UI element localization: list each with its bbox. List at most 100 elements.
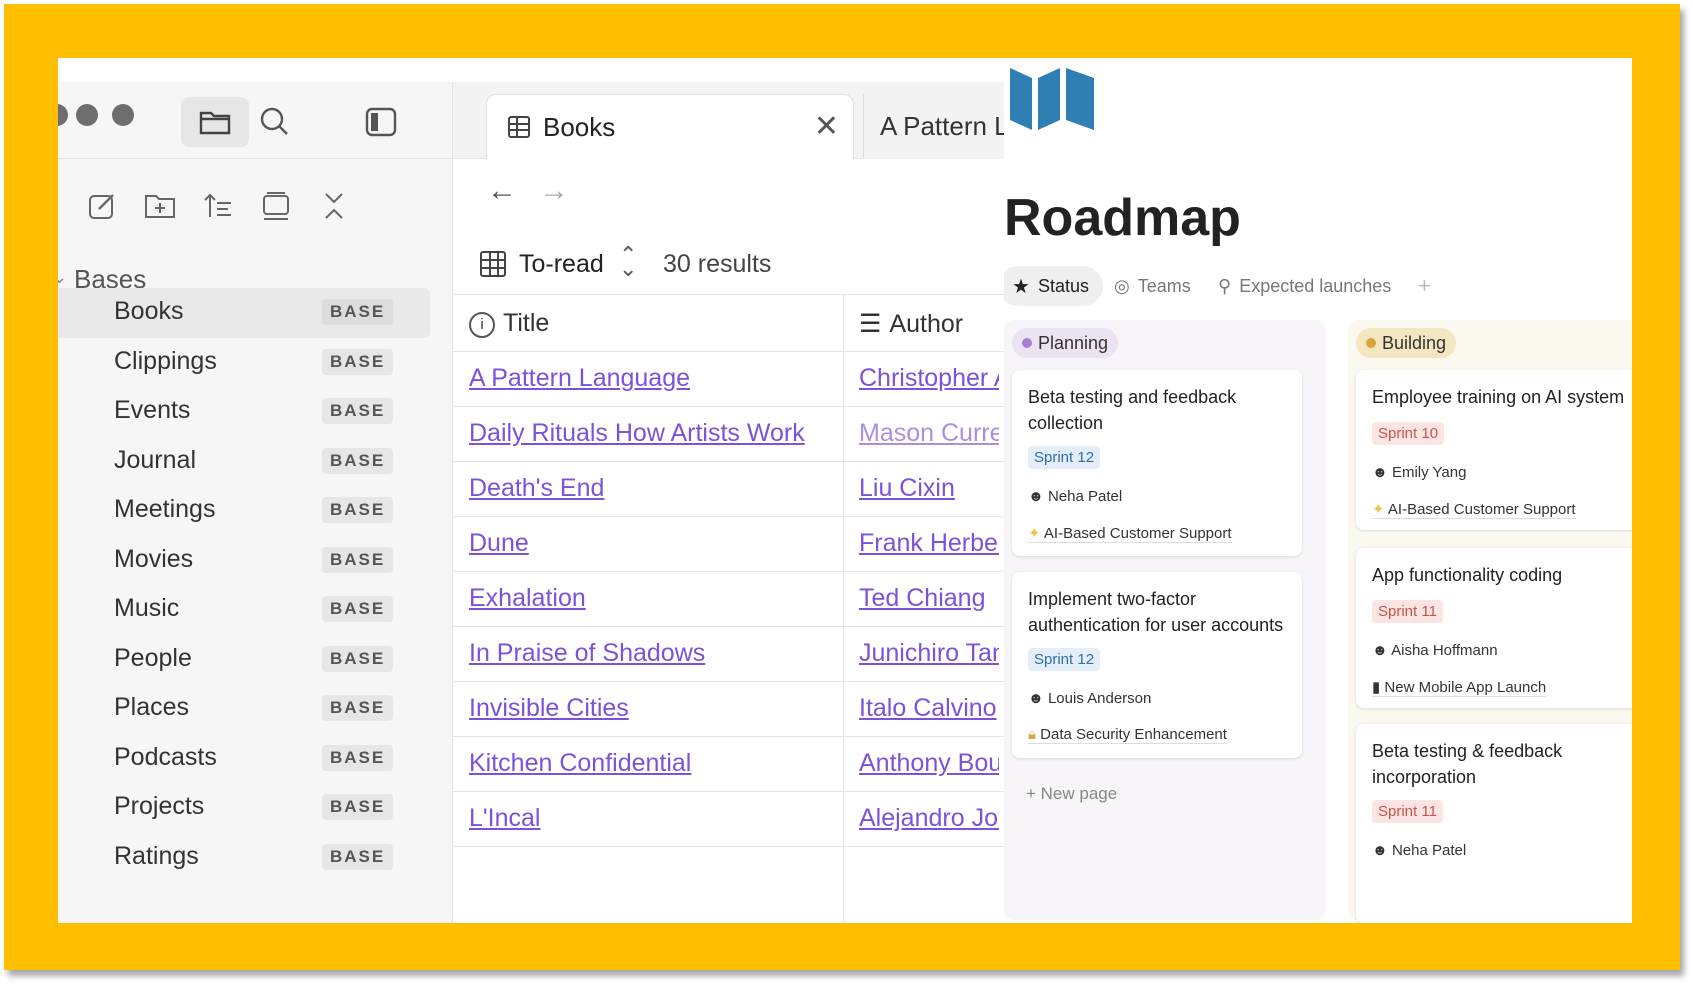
chevron-updown-icon: ⌃ ⌄ [619,242,638,281]
plus-icon: + [1026,784,1041,803]
avatar-icon: ☻ [1372,842,1392,859]
item-label: Ratings [114,842,199,870]
sidebar-item-ratings[interactable]: Ratings BASE [58,833,452,883]
avatar-icon: ☻ [1028,690,1048,707]
board-card[interactable]: Beta testing and feedback collection Spr… [1012,370,1302,556]
sparkle-icon: ✦ [1028,525,1044,542]
assignee-name: Neha Patel [1391,842,1467,859]
base-badge: BASE [322,794,394,820]
base-badge: BASE [322,646,394,672]
card-title: Implement two-factor authentication for … [1028,589,1284,635]
sidebar-item-journal[interactable]: Journal BASE [58,437,452,487]
sidebar-item-people[interactable]: People BASE [58,635,452,685]
sidebar-item-books[interactable]: Books BASE [58,288,430,338]
column-header-title[interactable]: i Title [469,309,549,338]
roadmap-map-icon [1008,64,1098,135]
project-link[interactable]: 🔒︎ Data Security Enhancement [1028,726,1227,744]
search-icon[interactable] [248,98,302,146]
close-icon[interactable]: ✕ [814,109,839,144]
assignee-name: Aisha Hoffmann [1391,642,1498,659]
status-label: Planning [1038,332,1109,353]
sidebar-item-projects[interactable]: Projects BASE [58,783,452,833]
sprint-tag: Sprint 10 [1372,422,1445,445]
card-title: Beta testing and feedback collection [1028,387,1237,433]
assignee: ☻ Louis Anderson [1028,690,1151,707]
title-link[interactable]: In Praise of Shadows [469,639,705,668]
board-card[interactable]: Implement two-factor authentication for … [1012,572,1302,758]
title-link[interactable]: Exhalation [469,584,586,613]
column-header-author[interactable]: ☰ Author [859,309,963,339]
item-label: Places [114,693,190,721]
new-folder-icon[interactable] [140,186,180,226]
board-card[interactable]: App functionality coding Sprint 11 ☻ Ais… [1356,548,1632,708]
sidebar-item-podcasts[interactable]: Podcasts BASE [58,734,452,784]
assignee-name: Neha Patel [1047,488,1123,505]
base-badge: BASE [322,745,394,771]
lock-icon: 🔒︎ [1028,726,1041,743]
title-link[interactable]: A Pattern Language [469,364,690,393]
sidebar-item-places[interactable]: Places BASE [58,684,452,734]
project-link[interactable]: ✦ AI-Based Customer Support [1372,500,1576,519]
view-tab-expected-launches[interactable]: ⚲ Expected launches [1218,266,1391,306]
avatar-icon: ☻ [1372,642,1392,659]
table-row: In Praise of Shadows Junichiro Tanizaki [453,626,1004,682]
board-card[interactable]: Employee training on AI system Sprint 10… [1356,370,1632,530]
item-label: Events [114,396,191,424]
assignee: ☻ Neha Patel [1372,842,1466,859]
screenshot-canvas: ⌄ Bases Books BASE Clippings BASE Events… [58,58,1632,923]
window-minimize-button[interactable] [76,104,98,126]
table-row: Daily Rituals How Artists Work Mason Cur… [453,406,1004,462]
tab-pattern-language[interactable]: A Pattern Language [863,94,1004,159]
project-name: New Mobile App Launch [1384,679,1547,696]
author-link[interactable]: Ted Chiang [859,584,999,613]
back-arrow-icon[interactable]: ← [487,174,517,208]
author-link[interactable]: Mason Currey [859,419,999,448]
folder-icon[interactable] [188,98,242,146]
sort-icon[interactable] [198,186,238,226]
title-link[interactable]: Daily Rituals How Artists Work [469,419,805,448]
yellow-frame: ⌄ Bases Books BASE Clippings BASE Events… [4,4,1680,970]
project-link[interactable]: ✦ AI-Based Customer Support [1028,524,1232,543]
item-label: Books [114,297,184,325]
author-link[interactable]: Italo Calvino [859,694,999,723]
sidebar-item-clippings[interactable]: Clippings BASE [58,338,452,388]
author-link[interactable]: Frank Herbert [859,529,999,558]
tab-label: Status [1037,275,1089,296]
sidebar-item-movies[interactable]: Movies BASE [58,536,452,586]
title-link[interactable]: L'Incal [469,804,540,833]
title-link[interactable]: Kitchen Confidential [469,749,691,778]
author-link[interactable]: Junichiro Tanizaki [859,639,999,668]
tab-books[interactable]: Books ✕ [486,94,854,160]
view-tab-teams[interactable]: ◎ Teams [1114,266,1191,306]
avatar-icon: ☻ [1028,488,1048,505]
collapse-all-icon[interactable] [314,186,354,226]
notion-window: Roadmap ★ Status ◎ Teams ⚲ Expected launche… [1004,58,1632,923]
new-note-icon[interactable] [82,186,122,226]
tab-label: Expected launches [1239,275,1392,296]
tab-label: Teams [1137,275,1191,296]
board-card[interactable]: Beta testing & feedback incorporation Sp… [1356,724,1632,923]
title-link[interactable]: Death's End [469,474,604,503]
sidebar-item-events[interactable]: Events BASE [58,387,452,437]
view-name: To-read [519,250,604,278]
collapse-view-icon[interactable] [256,186,296,226]
title-link[interactable]: Invisible Cities [469,694,629,723]
project-link[interactable]: ▮ New Mobile App Launch [1372,678,1547,697]
window-zoom-button[interactable] [112,104,134,126]
sidebar-toggle-icon[interactable] [354,98,408,146]
forward-arrow-icon[interactable]: → [539,174,569,208]
column-label: Author [889,310,964,338]
author-link[interactable]: Christopher Alexander [859,364,999,393]
title-link[interactable]: Dune [469,529,529,558]
assignee-name: Louis Anderson [1047,690,1152,707]
author-link[interactable]: Liu Cixin [859,474,999,503]
sidebar-item-music[interactable]: Music BASE [58,585,452,635]
assignee: ☻ Emily Yang [1372,464,1466,481]
view-tab-status[interactable]: ★ Status [1004,266,1103,306]
sidebar-item-meetings[interactable]: Meetings BASE [58,486,452,536]
author-link[interactable]: Alejandro Jodorowsky [859,804,999,833]
add-view-icon[interactable]: + [1418,266,1431,306]
new-page-button[interactable]: + New page [1026,784,1117,804]
author-link[interactable]: Anthony Bourdain [859,749,999,778]
card-title: App functionality coding [1372,565,1563,585]
